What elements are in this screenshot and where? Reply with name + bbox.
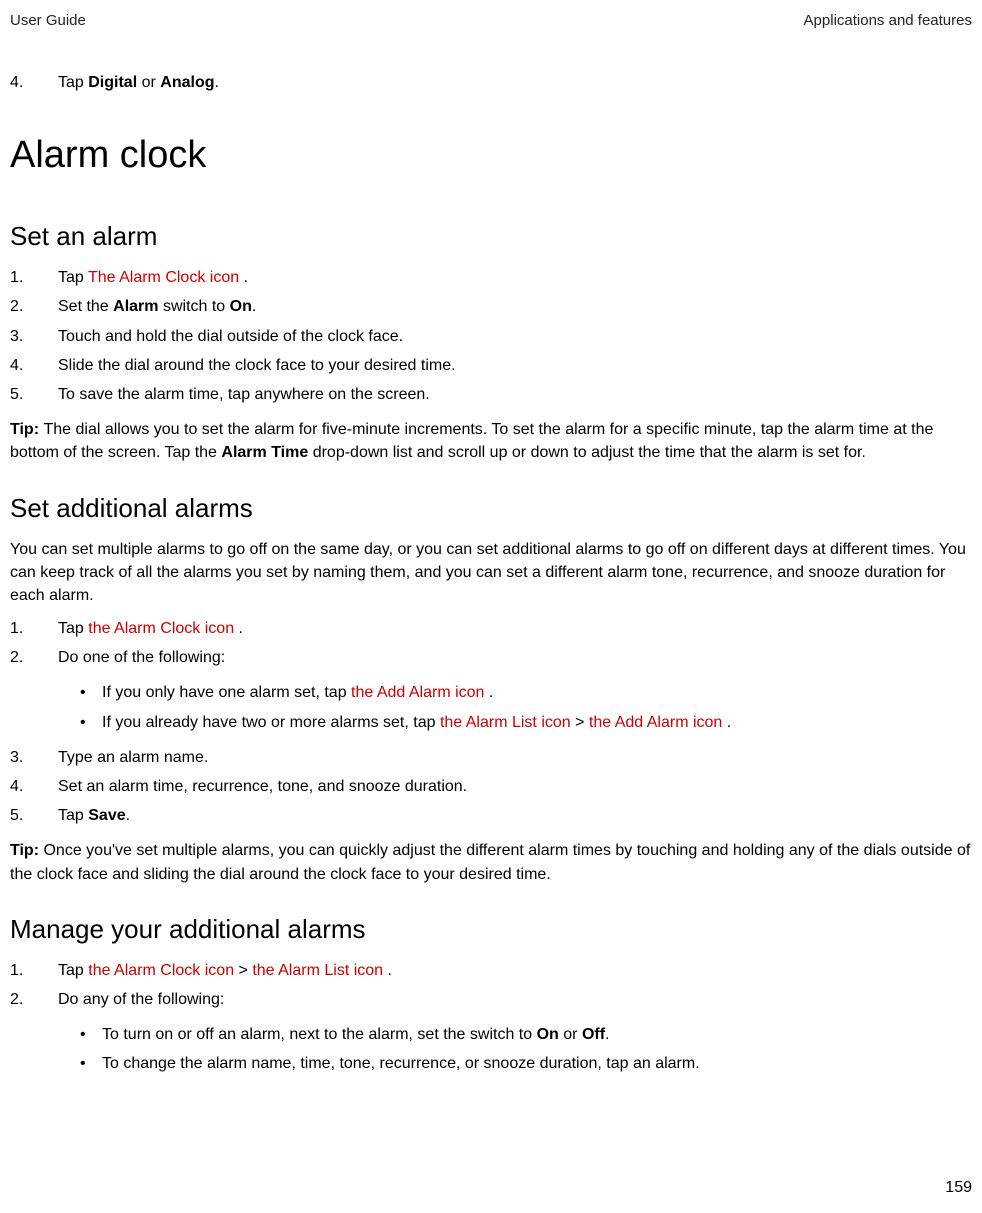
list-item: 4.Slide the dial around the clock face t… [10,354,972,377]
additional-alarms-steps: 1.Tap the Alarm Clock icon . 2. Do one o… [10,617,972,827]
list-item: 2. Do one of the following: •If you only… [10,646,972,740]
heading-manage-additional-alarms: Manage your additional alarms [10,914,972,945]
page-number: 159 [945,1179,972,1197]
alarm-clock-icon: the Alarm Clock icon [88,620,234,637]
tip-paragraph: Tip: The dial allows you to set the alar… [10,418,972,464]
sub-bullet-list: •To turn on or off an alarm, next to the… [80,1023,972,1075]
list-item: 1.Tap The Alarm Clock icon . [10,266,972,289]
set-alarm-steps: 1.Tap The Alarm Clock icon . 2.Set the A… [10,266,972,406]
step-number: 4. [10,71,58,94]
page-content: 4. Tap Digital or Analog. Alarm clock Se… [10,71,972,1082]
alarm-list-icon: the Alarm List icon [440,714,571,731]
manage-alarms-steps: 1.Tap the Alarm Clock icon > the Alarm L… [10,959,972,1082]
tip-paragraph: Tip: Once you've set multiple alarms, yo… [10,839,972,885]
list-item: •If you only have one alarm set, tap the… [80,681,972,704]
alarm-clock-icon: The Alarm Clock icon [88,269,239,286]
heading-set-additional-alarms: Set additional alarms [10,493,972,524]
list-item: 5.To save the alarm time, tap anywhere o… [10,383,972,406]
top-step-list: 4. Tap Digital or Analog. [10,71,972,94]
intro-paragraph: You can set multiple alarms to go off on… [10,538,972,608]
heading-alarm-clock: Alarm clock [10,134,972,177]
step-text: Tap Digital or Analog. [58,71,972,94]
list-item: 1.Tap the Alarm Clock icon . [10,617,972,640]
alarm-list-icon: the Alarm List icon [252,962,383,979]
step-4-top: 4. Tap Digital or Analog. [10,71,972,94]
list-item: 4.Set an alarm time, recurrence, tone, a… [10,775,972,798]
sub-bullet-list: •If you only have one alarm set, tap the… [80,681,972,733]
add-alarm-icon: the Add Alarm icon [589,714,722,731]
list-item: 5.Tap Save. [10,804,972,827]
list-item: 1.Tap the Alarm Clock icon > the Alarm L… [10,959,972,982]
list-item: •If you already have two or more alarms … [80,711,972,734]
alarm-clock-icon: the Alarm Clock icon [88,962,234,979]
add-alarm-icon: the Add Alarm icon [351,684,484,701]
header-right: Applications and features [804,12,972,29]
list-item: 2.Set the Alarm switch to On. [10,295,972,318]
list-item: 2. Do any of the following: •To turn on … [10,988,972,1082]
list-item: 3.Touch and hold the dial outside of the… [10,325,972,348]
list-item: 3.Type an alarm name. [10,746,972,769]
heading-set-an-alarm: Set an alarm [10,221,972,252]
list-item: •To change the alarm name, time, tone, r… [80,1052,972,1075]
list-item: •To turn on or off an alarm, next to the… [80,1023,972,1046]
header-left: User Guide [10,12,86,29]
page-header: User Guide Applications and features [10,12,972,29]
